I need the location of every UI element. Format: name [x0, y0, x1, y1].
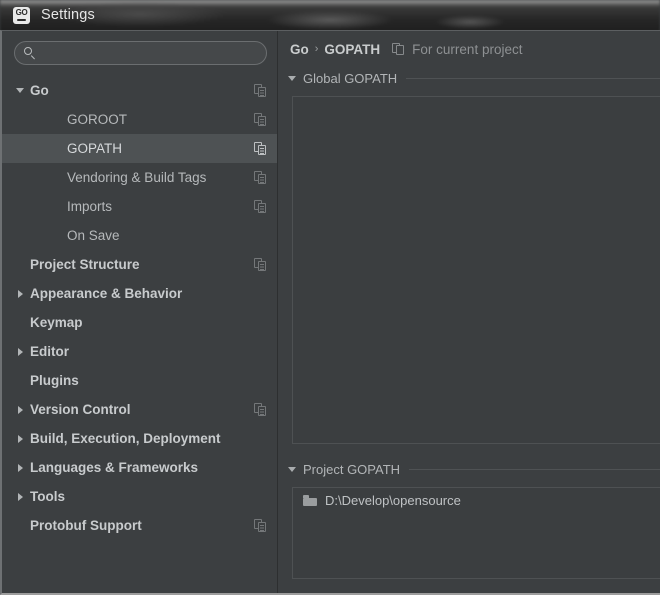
- list-item-label: D:\Develop\opensource: [325, 493, 461, 508]
- sidebar-item-editor[interactable]: Editor: [2, 337, 277, 366]
- chevron-right-icon[interactable]: [18, 348, 23, 356]
- sidebar-item-label: GOROOT: [67, 112, 254, 127]
- expander-slot: [10, 464, 30, 472]
- sidebar-item-project-structure[interactable]: Project Structure: [2, 250, 277, 279]
- chevron-down-icon: [288, 76, 296, 81]
- global-gopath-list[interactable]: [292, 96, 660, 444]
- sidebar-item-imports[interactable]: Imports: [2, 192, 277, 221]
- sidebar-item-goroot[interactable]: GOROOT: [2, 105, 277, 134]
- expander-slot: [10, 406, 30, 414]
- sidebar-item-label: Keymap: [30, 315, 267, 330]
- chevron-down-icon: [288, 467, 296, 472]
- chevron-right-icon[interactable]: [18, 290, 23, 298]
- sidebar-item-label: Languages & Frameworks: [30, 460, 267, 475]
- project-gopath-section: Project GOPATH D:\Develop\opensource: [278, 458, 660, 579]
- sidebar-item-build-execution-deployment[interactable]: Build, Execution, Deployment: [2, 424, 277, 453]
- sidebar-item-protobuf-support[interactable]: Protobuf Support: [2, 511, 277, 540]
- chevron-right-icon[interactable]: [18, 435, 23, 443]
- sidebar-item-label: Version Control: [30, 402, 254, 417]
- search-field[interactable]: [14, 41, 267, 65]
- sidebar-item-version-control[interactable]: Version Control: [2, 395, 277, 424]
- expander-slot: [10, 493, 30, 501]
- breadcrumb-separator: ›: [315, 43, 319, 55]
- sidebar-item-label: Protobuf Support: [30, 518, 254, 533]
- breadcrumb-root[interactable]: Go: [290, 42, 309, 57]
- copy-icon[interactable]: [254, 142, 267, 155]
- sidebar-item-label: Build, Execution, Deployment: [30, 431, 267, 446]
- sidebar-item-label: GOPATH: [67, 141, 254, 156]
- settings-content-panel: Go › GOPATH For current project Global G…: [278, 31, 660, 593]
- chevron-down-icon[interactable]: [16, 88, 24, 93]
- sidebar-item-plugins[interactable]: Plugins: [2, 366, 277, 395]
- window-title: Settings: [41, 7, 95, 23]
- chevron-right-icon[interactable]: [18, 493, 23, 501]
- settings-dialog: Go GOROOT GOPATH Vendoring & Build Tags Impo…: [0, 30, 660, 595]
- folder-icon: [303, 495, 317, 506]
- sidebar-item-vendoring-build-tags[interactable]: Vendoring & Build Tags: [2, 163, 277, 192]
- title-bar: GO Settings: [0, 0, 660, 30]
- sidebar-item-appearance-behavior[interactable]: Appearance & Behavior: [2, 279, 277, 308]
- sidebar-item-languages-frameworks[interactable]: Languages & Frameworks: [2, 453, 277, 482]
- copy-icon[interactable]: [392, 43, 405, 56]
- sidebar-item-label: Project Structure: [30, 257, 254, 272]
- copy-icon[interactable]: [254, 519, 267, 532]
- sidebar-item-label: Appearance & Behavior: [30, 286, 267, 301]
- settings-sidebar: Go GOROOT GOPATH Vendoring & Build Tags Impo…: [2, 31, 278, 593]
- global-gopath-header[interactable]: Global GOPATH: [288, 67, 660, 89]
- sidebar-item-keymap[interactable]: Keymap: [2, 308, 277, 337]
- global-gopath-section: Global GOPATH: [278, 67, 660, 444]
- go-logo-icon: GO: [13, 7, 30, 24]
- chevron-right-icon[interactable]: [18, 406, 23, 414]
- sidebar-item-gopath[interactable]: GOPATH: [2, 134, 277, 163]
- expander-slot: [10, 435, 30, 443]
- sidebar-item-label: Plugins: [30, 373, 267, 388]
- copy-icon[interactable]: [254, 200, 267, 213]
- chevron-right-icon[interactable]: [18, 464, 23, 472]
- sidebar-item-label: Editor: [30, 344, 267, 359]
- divider: [409, 469, 660, 470]
- sidebar-item-label: Imports: [67, 199, 254, 214]
- scope-note: For current project: [412, 42, 522, 57]
- global-gopath-title: Global GOPATH: [303, 71, 397, 86]
- settings-window: GO Settings Go GOROOT GOPATH Vendoring & Bu…: [0, 0, 660, 595]
- divider: [406, 78, 660, 79]
- project-gopath-list[interactable]: D:\Develop\opensource: [292, 487, 660, 579]
- breadcrumb-current: GOPATH: [324, 42, 380, 57]
- search-container: [2, 31, 277, 71]
- sidebar-item-label: Go: [30, 83, 254, 98]
- copy-icon[interactable]: [254, 403, 267, 416]
- sidebar-item-label: Vendoring & Build Tags: [67, 170, 254, 185]
- copy-icon[interactable]: [254, 258, 267, 271]
- project-gopath-title: Project GOPATH: [303, 462, 400, 477]
- copy-icon[interactable]: [254, 171, 267, 184]
- sidebar-item-tools[interactable]: Tools: [2, 482, 277, 511]
- sidebar-item-label: On Save: [67, 228, 267, 243]
- search-icon: [24, 47, 36, 59]
- sidebar-item-label: Tools: [30, 489, 267, 504]
- sidebar-item-on-save[interactable]: On Save: [2, 221, 277, 250]
- expander-slot: [10, 88, 30, 93]
- search-input[interactable]: [42, 46, 257, 60]
- copy-icon[interactable]: [254, 113, 267, 126]
- breadcrumb: Go › GOPATH For current project: [278, 31, 660, 67]
- list-item[interactable]: D:\Develop\opensource: [293, 488, 660, 513]
- project-gopath-header[interactable]: Project GOPATH: [288, 458, 660, 480]
- expander-slot: [10, 348, 30, 356]
- copy-icon[interactable]: [254, 84, 267, 97]
- expander-slot: [10, 290, 30, 298]
- settings-tree: Go GOROOT GOPATH Vendoring & Build Tags Impo…: [2, 71, 277, 540]
- sidebar-item-go[interactable]: Go: [2, 76, 277, 105]
